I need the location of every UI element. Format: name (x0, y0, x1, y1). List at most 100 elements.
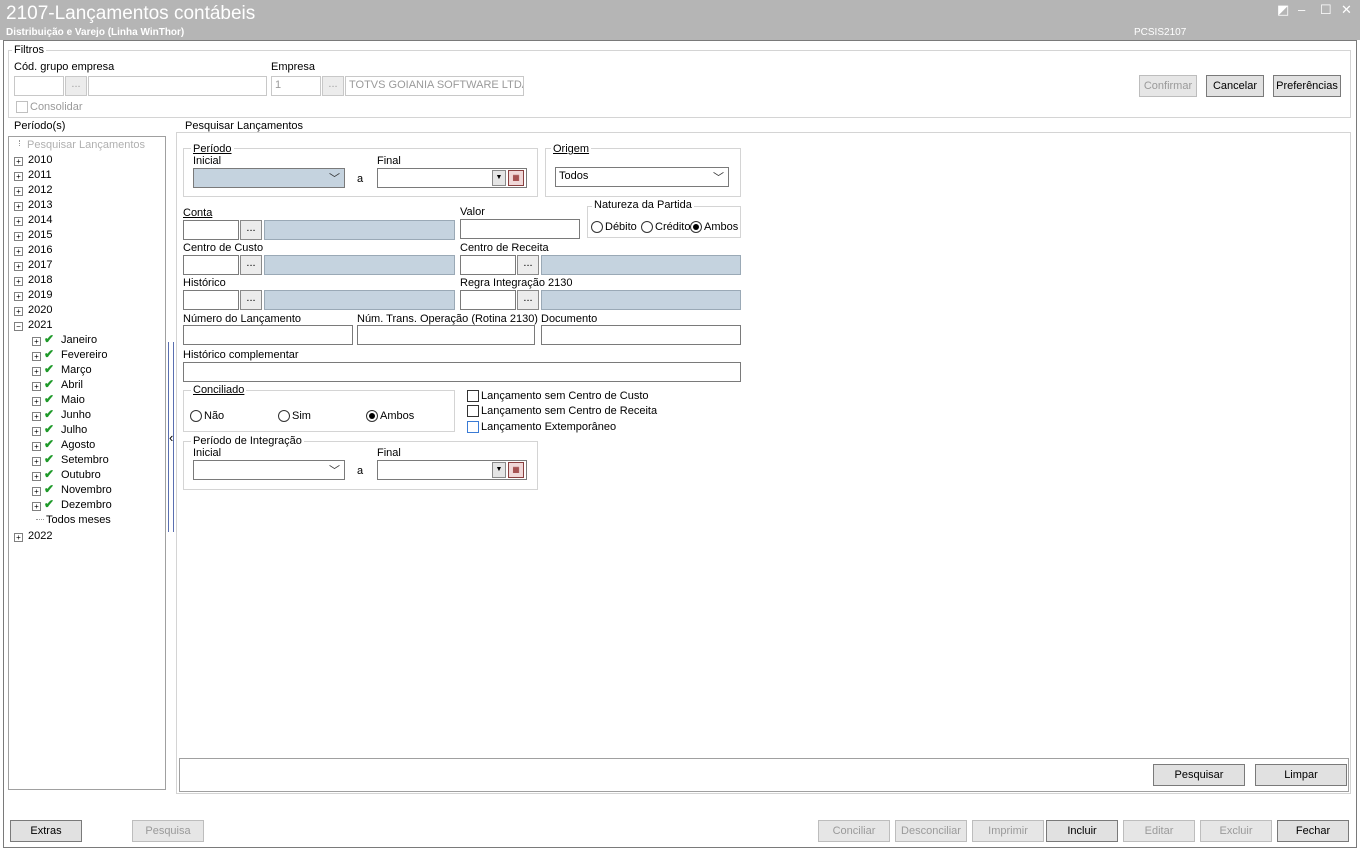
expand-icon[interactable]: + (32, 502, 41, 511)
tree-month[interactable]: Novembro (61, 484, 112, 496)
expand-icon[interactable]: + (14, 172, 23, 181)
extemporaneo-checkbox[interactable] (467, 421, 479, 433)
cod-grupo-search-button[interactable]: ... (65, 76, 87, 96)
empresa-search-button[interactable]: ... (322, 76, 344, 96)
collapse-icon[interactable]: − (14, 322, 23, 331)
expand-icon[interactable]: + (32, 487, 41, 496)
numero-lancamento-input[interactable] (183, 325, 353, 345)
tree-year[interactable]: 2018 (28, 274, 52, 286)
expand-icon[interactable]: + (32, 337, 41, 346)
pesquisar-button[interactable]: Pesquisar (1153, 764, 1245, 786)
expand-icon[interactable]: + (14, 187, 23, 196)
expand-icon[interactable]: + (14, 217, 23, 226)
expand-icon[interactable]: + (14, 307, 23, 316)
expand-icon[interactable]: + (32, 442, 41, 451)
tree-month[interactable]: Dezembro (61, 499, 112, 511)
editar-button[interactable]: Editar (1123, 820, 1195, 842)
close-icon[interactable]: ✕ (1341, 3, 1352, 17)
tree-year[interactable]: 2022 (28, 530, 52, 542)
num-trans-input[interactable] (357, 325, 535, 345)
expand-icon[interactable]: + (32, 412, 41, 421)
conciliar-button[interactable]: Conciliar (818, 820, 890, 842)
conta-input[interactable] (183, 220, 239, 240)
expand-icon[interactable]: + (14, 292, 23, 301)
historico-input[interactable] (183, 290, 239, 310)
centro-custo-input[interactable] (183, 255, 239, 275)
restore-icon[interactable]: ◩ (1277, 3, 1289, 17)
collapse-arrow-icon[interactable]: ‹ (169, 430, 173, 445)
cancelar-button[interactable]: Cancelar (1206, 75, 1264, 97)
consolidar-checkbox[interactable] (16, 101, 28, 113)
fechar-button[interactable]: Fechar (1277, 820, 1349, 842)
natureza-debito-radio[interactable] (591, 221, 603, 233)
tree-todos-meses[interactable]: Todos meses (46, 514, 111, 526)
preferencias-button[interactable]: Preferências (1273, 75, 1341, 97)
expand-icon[interactable]: + (32, 397, 41, 406)
centro-receita-search-button[interactable]: ... (517, 255, 539, 275)
periods-tree[interactable]: Pesquisar Lançamentos + 2010 + 2011 + 20… (8, 136, 166, 790)
cod-grupo-input[interactable] (14, 76, 64, 96)
extras-button[interactable]: Extras (10, 820, 82, 842)
tree-month[interactable]: Abril (61, 379, 83, 391)
confirmar-button[interactable]: Confirmar (1139, 75, 1197, 97)
regra-input[interactable] (460, 290, 516, 310)
desconciliar-button[interactable]: Desconciliar (895, 820, 967, 842)
historico-search-button[interactable]: ... (240, 290, 262, 310)
periodo-final-date[interactable]: ▼ ▦ (377, 168, 527, 188)
natureza-ambos-radio[interactable] (690, 221, 702, 233)
integracao-inicial-select[interactable]: ﹀ (193, 460, 345, 480)
sem-centro-custo-checkbox[interactable] (467, 390, 479, 402)
tree-year[interactable]: 2019 (28, 289, 52, 301)
expand-icon[interactable]: + (32, 367, 41, 376)
expand-icon[interactable]: + (32, 352, 41, 361)
minimize-icon[interactable]: – (1298, 3, 1305, 17)
tree-month[interactable]: Junho (61, 409, 91, 421)
regra-search-button[interactable]: ... (517, 290, 539, 310)
tree-month[interactable]: Fevereiro (61, 349, 107, 361)
expand-icon[interactable]: + (32, 427, 41, 436)
expand-icon[interactable]: + (32, 382, 41, 391)
historico-comp-input[interactable] (183, 362, 741, 382)
valor-input[interactable] (460, 219, 580, 239)
tree-month[interactable]: Julho (61, 424, 87, 436)
excluir-button[interactable]: Excluir (1200, 820, 1272, 842)
calendar-icon[interactable]: ▦ (508, 170, 524, 186)
conciliado-nao-radio[interactable] (190, 410, 202, 422)
expand-icon[interactable]: + (14, 232, 23, 241)
tree-year[interactable]: 2017 (28, 259, 52, 271)
centro-receita-input[interactable] (460, 255, 516, 275)
tree-year[interactable]: 2016 (28, 244, 52, 256)
tree-year[interactable]: 2012 (28, 184, 52, 196)
limpar-button[interactable]: Limpar (1255, 764, 1347, 786)
conta-search-button[interactable]: ... (240, 220, 262, 240)
origem-select[interactable]: Todos ﹀ (555, 167, 729, 187)
conciliado-ambos-radio[interactable] (366, 410, 378, 422)
tree-month[interactable]: Outubro (61, 469, 101, 481)
sem-centro-receita-checkbox[interactable] (467, 405, 479, 417)
pesquisa-button[interactable]: Pesquisa (132, 820, 204, 842)
natureza-credito-radio[interactable] (641, 221, 653, 233)
incluir-button[interactable]: Incluir (1046, 820, 1118, 842)
dropdown-arrow-icon[interactable]: ▼ (492, 170, 506, 186)
tree-year-expanded[interactable]: 2021 (28, 319, 52, 331)
tree-month[interactable]: Maio (61, 394, 85, 406)
tree-month[interactable]: Janeiro (61, 334, 97, 346)
imprimir-button[interactable]: Imprimir (972, 820, 1044, 842)
documento-input[interactable] (541, 325, 741, 345)
maximize-icon[interactable]: ☐ (1320, 3, 1332, 17)
tree-month[interactable]: Setembro (61, 454, 109, 466)
expand-icon[interactable]: + (32, 457, 41, 466)
tree-month[interactable]: Março (61, 364, 92, 376)
empresa-code-input[interactable]: 1 (271, 76, 321, 96)
tree-year[interactable]: 2011 (28, 169, 52, 181)
tree-month[interactable]: Agosto (61, 439, 95, 451)
tree-year[interactable]: 2020 (28, 304, 52, 316)
calendar-icon[interactable]: ▦ (508, 462, 524, 478)
tree-year[interactable]: 2010 (28, 154, 52, 166)
expand-icon[interactable]: + (14, 262, 23, 271)
integracao-final-date[interactable]: ▼ ▦ (377, 460, 527, 480)
tree-year[interactable]: 2015 (28, 229, 52, 241)
expand-icon[interactable]: + (32, 472, 41, 481)
dropdown-arrow-icon[interactable]: ▼ (492, 462, 506, 478)
expand-icon[interactable]: + (14, 533, 23, 542)
